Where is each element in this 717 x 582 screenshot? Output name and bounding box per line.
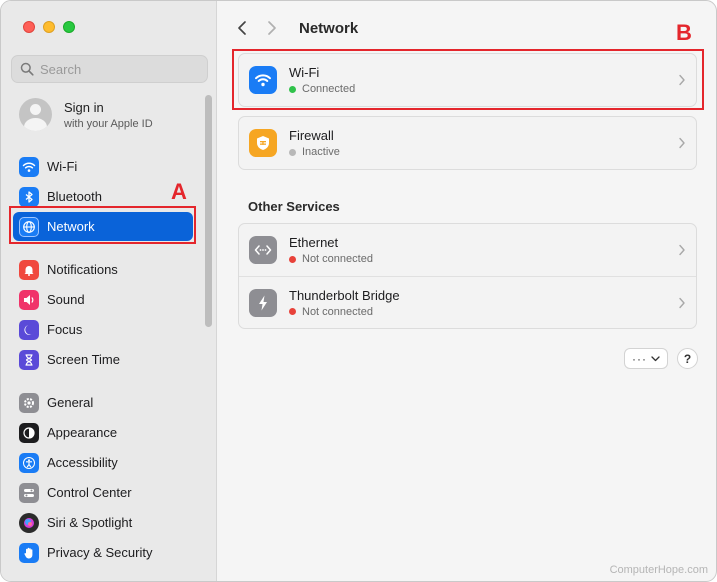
sidebar-item-screen-time[interactable]: Screen Time [13,345,193,374]
status-dot [289,308,296,315]
help-button[interactable]: ? [677,348,698,369]
sidebar-item-label: General [47,395,94,410]
page-title: Network [299,19,359,37]
chevron-right-icon [268,21,276,35]
moon-icon [19,319,39,340]
service-row-ethernet[interactable]: Ethernet Not connected [239,224,696,276]
chevron-right-icon [679,137,685,149]
sidebar-item-appearance[interactable]: Appearance [13,418,193,447]
bell-icon [19,259,39,280]
service-status: Not connected [302,253,373,265]
sidebar-item-focus[interactable]: Focus [13,315,193,344]
wifi-icon [19,156,39,177]
annotation-box-b [232,49,704,110]
service-name: Ethernet [289,235,339,250]
system-settings-window: Sign in with your Apple ID Wi-Fi Bluetoo… [0,0,717,582]
control-center-icon [19,482,39,503]
chevron-right-icon [679,244,685,256]
back-button[interactable] [227,15,257,41]
sidebar-item-label: Notifications [47,262,118,277]
sidebar-item-wifi[interactable]: Wi-Fi [13,152,193,181]
status-dot [289,148,296,156]
service-row-thunderbolt-bridge[interactable]: Thunderbolt Bridge Not connected [239,276,696,328]
more-actions-label: ··· [632,351,647,366]
close-window-button[interactable] [23,21,35,33]
annotation-label-b: B [676,20,692,45]
more-actions-button[interactable]: ··· [624,348,668,369]
service-name: Firewall [289,128,334,143]
annotation-label-a: A [171,179,187,204]
gear-icon [19,392,39,413]
zoom-window-button[interactable] [63,21,75,33]
sidebar-item-control-center[interactable]: Control Center [13,478,193,507]
chevron-down-icon [651,355,660,361]
sidebar-item-siri-spotlight[interactable]: Siri & Spotlight [13,508,193,537]
chevron-left-icon [238,21,246,35]
service-name: Thunderbolt Bridge [289,287,400,303]
sidebar-item-label: Control Center [47,485,132,500]
service-status: Not connected [302,305,373,318]
status-dot [289,255,296,263]
watermark: ComputerHope.com [609,564,708,576]
speaker-icon [19,289,39,310]
ethernet-icon [249,236,277,264]
sidebar-item-privacy-security[interactable]: Privacy & Security [13,538,193,567]
search-field[interactable] [11,55,208,83]
service-status: Inactive [302,146,340,158]
avatar [19,98,52,131]
toolbar: Network [227,15,358,41]
bluetooth-icon [19,186,39,207]
chevron-right-icon [679,297,685,309]
apple-id-signin[interactable]: Sign in with your Apple ID [19,98,153,131]
sidebar-item-label: Screen Time [47,352,120,367]
search-icon [20,62,34,76]
sidebar-item-notifications[interactable]: Notifications [13,255,193,284]
sidebar-item-general[interactable]: General [13,388,193,417]
sidebar-item-label: Bluetooth [47,189,102,204]
sidebar-item-label: Wi-Fi [47,159,78,174]
sidebar-scrollbar[interactable] [205,95,212,327]
minimize-window-button[interactable] [43,21,55,33]
sidebar-item-sound[interactable]: Sound [13,285,193,314]
service-row-firewall[interactable]: Firewall Inactive [239,117,696,169]
firewall-icon [249,129,277,157]
sidebar-item-accessibility[interactable]: Accessibility [13,448,193,477]
hourglass-icon [19,349,39,370]
sidebar-item-label: Accessibility [47,455,118,470]
signin-title: Sign in [64,99,104,115]
sidebar-item-label: Sound [47,292,85,307]
sidebar: Sign in with your Apple ID Wi-Fi Bluetoo… [1,1,217,581]
firewall-card[interactable]: Firewall Inactive [238,116,697,170]
other-services-heading: Other Services [248,199,340,214]
forward-button[interactable] [257,15,287,41]
search-input[interactable] [40,61,190,77]
annotation-box-a [9,206,196,244]
appearance-icon [19,422,39,443]
thunderbolt-icon [249,288,277,317]
sidebar-item-label: Appearance [47,425,118,440]
accessibility-icon [19,452,39,473]
hand-icon [19,542,39,563]
siri-icon [19,512,39,533]
sidebar-item-label: Privacy & Security [47,545,153,560]
sidebar-item-label: Focus [47,322,83,337]
sidebar-item-label: Siri & Spotlight [47,515,133,530]
traffic-lights [23,21,75,33]
other-services-card: Ethernet Not connected Thunderbolt Bridg… [238,223,697,329]
signin-subtitle: with your Apple ID [64,117,153,130]
